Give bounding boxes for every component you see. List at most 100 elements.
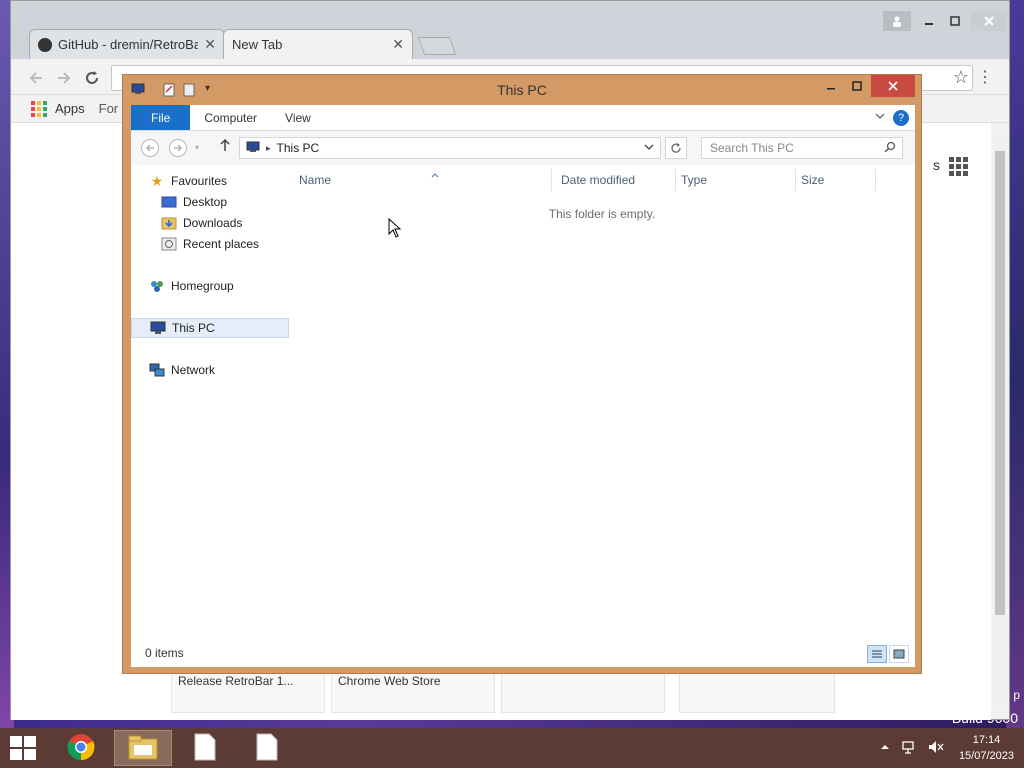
- chrome-close-icon[interactable]: [971, 11, 1007, 31]
- column-name-label: Name: [299, 173, 332, 187]
- tab-new-tab-close-icon[interactable]: ✕: [392, 36, 404, 53]
- explorer-close-icon[interactable]: [871, 75, 915, 97]
- volume-muted-icon[interactable]: [928, 740, 944, 757]
- explorer-minimize-icon[interactable]: [817, 75, 845, 97]
- downloads-folder-icon: [161, 216, 177, 230]
- item-count: 0 items: [145, 646, 184, 660]
- nav-item-network[interactable]: Network: [149, 360, 307, 380]
- chrome-scrollbar[interactable]: [993, 137, 1007, 707]
- homegroup-icon: [149, 279, 165, 293]
- column-separator[interactable]: [675, 169, 676, 191]
- nav-homegroup-label: Homegroup: [171, 279, 234, 293]
- nav-item-favourites[interactable]: ★ Favourites: [149, 171, 307, 191]
- refresh-icon[interactable]: [665, 137, 687, 159]
- mouse-cursor-icon: [388, 217, 402, 244]
- document-icon: [256, 733, 278, 764]
- desktop-icon: [161, 195, 177, 209]
- address-dropdown-icon[interactable]: [644, 142, 654, 154]
- system-tray: [880, 740, 944, 757]
- desktop-watermark-text: p: [1013, 688, 1020, 702]
- taskbar-clock[interactable]: 17:14 15/07/2023: [959, 732, 1014, 764]
- taskbar-chrome-button[interactable]: [52, 730, 110, 766]
- taskbar-document-button-2[interactable]: [238, 730, 296, 766]
- taskbar-document-button-1[interactable]: [176, 730, 234, 766]
- this-pc-icon: [150, 321, 166, 335]
- large-icons-view-icon[interactable]: [889, 645, 909, 663]
- navigation-pane: ★ Favourites Desktop Downloads Recent pl…: [131, 165, 289, 639]
- most-visited-tile-retrobar[interactable]: Release RetroBar 1...: [171, 669, 325, 713]
- apps-icon[interactable]: [31, 100, 47, 117]
- profile-icon[interactable]: [883, 11, 911, 31]
- ribbon-tabs: File Computer View ?: [131, 105, 915, 131]
- ribbon-tab-computer[interactable]: Computer: [190, 105, 271, 130]
- forward-arrow-icon[interactable]: [53, 67, 75, 89]
- most-visited-tile-empty-1[interactable]: [501, 669, 665, 713]
- recent-locations-chevron-icon[interactable]: ▾: [195, 143, 199, 152]
- address-path-text[interactable]: This PC: [277, 141, 320, 155]
- show-hidden-icons-chevron-icon[interactable]: [880, 740, 890, 757]
- most-visited-tile-empty-2[interactable]: [679, 669, 835, 713]
- column-header-size[interactable]: Size: [801, 173, 824, 187]
- clock-date: 15/07/2023: [958, 750, 1014, 762]
- tab-github-close-icon[interactable]: ✕: [204, 36, 216, 53]
- google-apps-icon[interactable]: [949, 157, 968, 176]
- column-header-date-modified[interactable]: Date modified: [561, 173, 635, 187]
- explorer-titlebar[interactable]: ▾ This PC: [123, 75, 921, 105]
- tab-github-label: GitHub - dremin/RetroBa: [58, 37, 198, 52]
- explorer-window: ▾ This PC File Computer View ? ▾ ▸ This …: [122, 74, 922, 674]
- nav-item-this-pc[interactable]: This PC: [131, 318, 289, 338]
- help-icon[interactable]: ?: [893, 110, 909, 126]
- bookmark-star-icon[interactable]: ☆: [953, 67, 969, 88]
- chrome-scrollbar-thumb[interactable]: [995, 151, 1005, 615]
- up-arrow-icon[interactable]: [219, 138, 231, 156]
- bookmark-apps[interactable]: Apps: [55, 101, 85, 116]
- tab-new-tab[interactable]: New Tab ✕: [223, 29, 413, 59]
- chrome-icon: [67, 733, 95, 764]
- file-explorer-icon: [128, 734, 158, 763]
- chrome-menu-icon[interactable]: ⋮: [977, 67, 993, 87]
- nav-item-homegroup[interactable]: Homegroup: [149, 276, 307, 296]
- network-tray-icon[interactable]: [902, 740, 916, 757]
- file-list-pane[interactable]: Name Date modified Type Size This folder…: [289, 165, 915, 639]
- chrome-maximize-icon[interactable]: [941, 11, 969, 31]
- column-separator[interactable]: [875, 169, 876, 191]
- recent-places-icon: [161, 237, 177, 251]
- nav-recent-places-label: Recent places: [183, 237, 260, 251]
- search-this-pc-input[interactable]: Search This PC: [701, 137, 903, 159]
- this-pc-address-icon: [246, 141, 260, 156]
- search-placeholder-text: Search This PC: [710, 141, 794, 155]
- taskbar-explorer-button[interactable]: [114, 730, 172, 766]
- column-separator[interactable]: [795, 169, 796, 191]
- nav-favourites-label: Favourites: [171, 174, 228, 188]
- column-header-type[interactable]: Type: [681, 173, 707, 187]
- tile-webstore-label: Chrome Web Store: [338, 674, 441, 688]
- new-tab-button[interactable]: [417, 37, 457, 55]
- ribbon-tab-view[interactable]: View: [271, 105, 325, 130]
- expand-ribbon-chevron-icon[interactable]: [875, 109, 885, 123]
- search-icon[interactable]: [884, 141, 896, 156]
- nav-network-label: Network: [171, 363, 216, 377]
- back-arrow-icon[interactable]: [25, 67, 47, 89]
- column-separator[interactable]: [551, 169, 552, 191]
- forward-circle-icon[interactable]: [169, 139, 187, 157]
- details-view-icon[interactable]: [867, 645, 887, 663]
- address-separator-icon[interactable]: ▸: [266, 143, 271, 154]
- explorer-maximize-icon[interactable]: [843, 75, 871, 97]
- windows-start-icon[interactable]: [10, 736, 38, 762]
- github-icon: [38, 37, 52, 52]
- nav-downloads-label: Downloads: [183, 216, 243, 230]
- tab-github[interactable]: GitHub - dremin/RetroBa ✕: [29, 29, 225, 59]
- column-header-name[interactable]: Name: [299, 173, 439, 187]
- reload-icon[interactable]: [81, 67, 103, 89]
- taskbar: 17:14 15/07/2023: [0, 728, 1024, 768]
- most-visited-tile-webstore[interactable]: Chrome Web Store: [331, 669, 495, 713]
- nav-this-pc-label: This PC: [172, 321, 215, 335]
- new-tab-partial-text: s: [933, 157, 940, 173]
- address-bar[interactable]: ▸ This PC: [239, 137, 661, 159]
- clock-time: 17:14: [972, 734, 1001, 746]
- back-circle-icon[interactable]: [141, 139, 159, 157]
- nav-desktop-label: Desktop: [183, 195, 228, 209]
- chrome-minimize-icon[interactable]: [915, 11, 943, 31]
- explorer-title: This PC: [497, 82, 547, 98]
- ribbon-tab-file[interactable]: File: [131, 105, 191, 130]
